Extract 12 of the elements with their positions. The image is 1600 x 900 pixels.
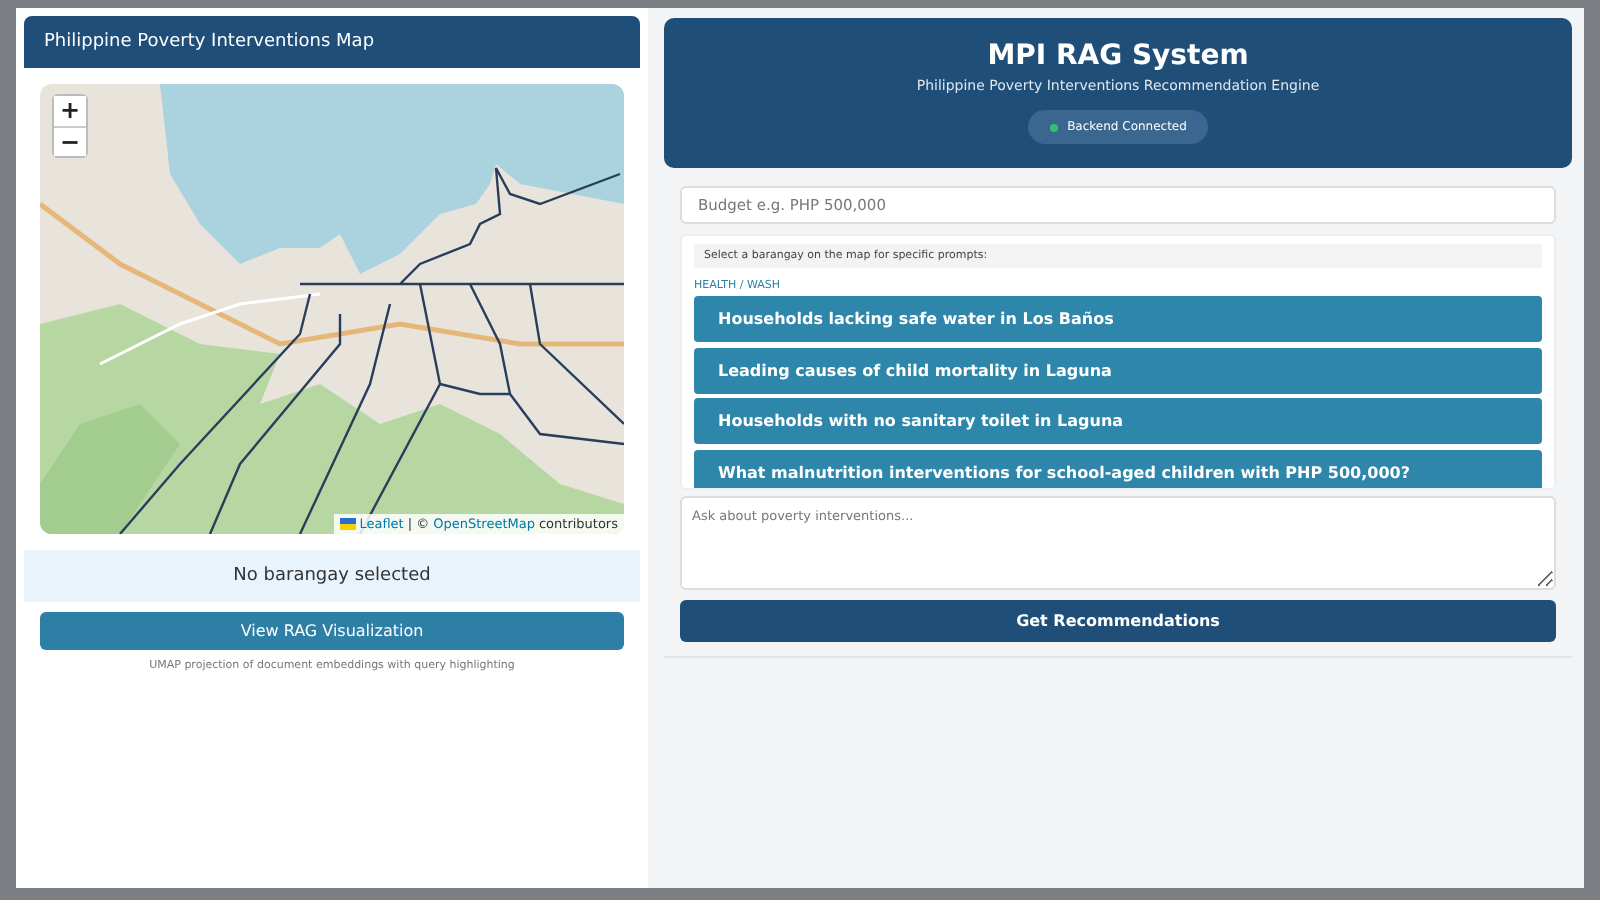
app-title: MPI RAG System [987,40,1249,72]
panel-title: Philippine Poverty Interventions Map [24,16,640,68]
prompt-button[interactable]: What malnutrition interventions for school-aged children with PHP 500,000? [694,449,1542,488]
zoom-out-button[interactable]: − [54,126,86,156]
visualization-button[interactable]: View RAG Visualization [40,612,624,650]
recommendations-button[interactable]: Get Recommendations [680,600,1556,642]
flag-icon [339,518,356,530]
prompt-button[interactable]: Leading causes of child mortality in Laguna [694,347,1542,393]
map-drawing[interactable] [40,84,624,534]
prompt-button[interactable]: Households with no sanitary toilet in Laguna [694,398,1542,444]
prompt-button[interactable]: Households lacking safe water in Los Baños [694,296,1542,342]
selection-status: No barangay selected [24,550,640,602]
